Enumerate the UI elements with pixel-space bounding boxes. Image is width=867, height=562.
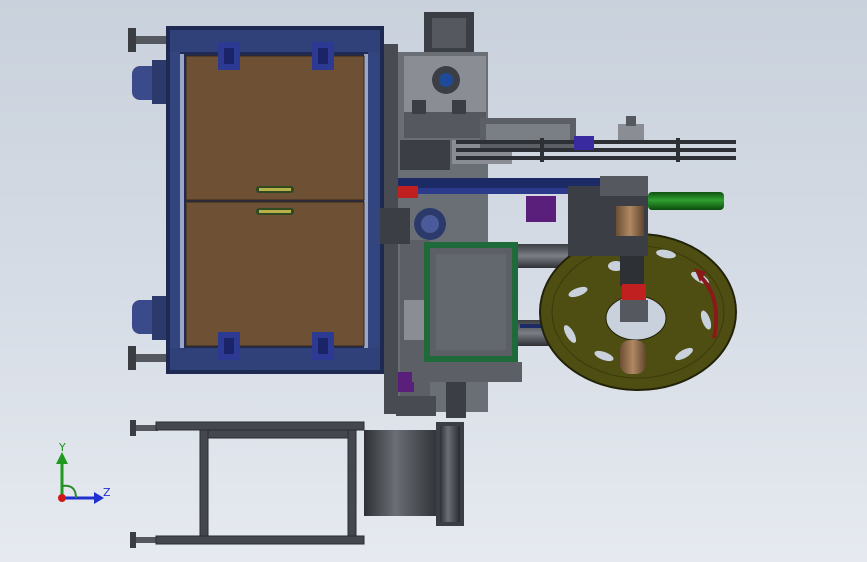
side-motor-top [132,60,168,104]
triad-y-label: Y [58,441,66,454]
drum [364,422,464,526]
side-motor-bottom [132,296,168,340]
coordinate-triad: Y Z [56,441,111,504]
leveling-feet [128,28,166,548]
green-rod [648,192,724,210]
triad-origin [58,494,66,502]
cabinet-door-upper[interactable] [185,55,365,201]
triad-z-label: Z [103,486,111,499]
cabinet-door-lower[interactable] [185,201,365,347]
cad-viewport[interactable]: Y Z [0,0,867,562]
support-frame [155,421,365,545]
inspection-window [424,242,518,362]
